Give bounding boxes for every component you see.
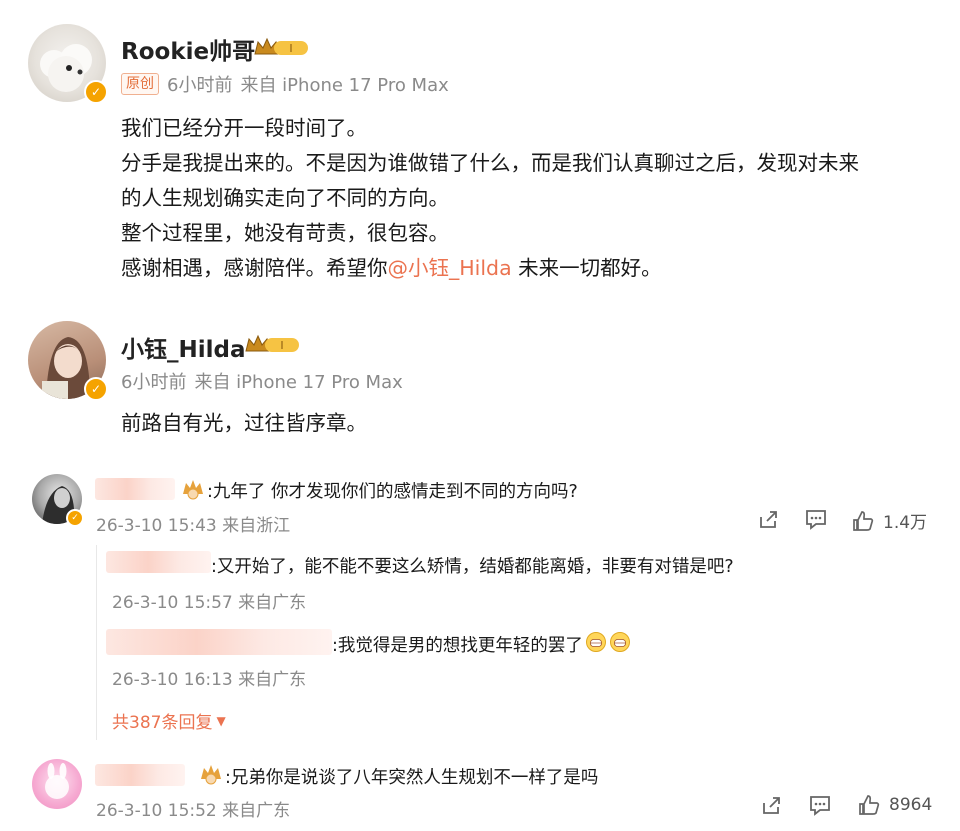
comment-text: :兄弟你是说谈了八年突然人生规划不一样了是吗	[225, 768, 599, 788]
commenter-avatar-image	[45, 763, 69, 799]
share-button[interactable]	[760, 794, 782, 816]
vip-crown-badge-icon[interactable]: I	[243, 331, 301, 361]
thumbs-up-icon	[853, 510, 874, 531]
share-icon	[760, 511, 777, 528]
like-button[interactable]: 8964	[857, 794, 932, 816]
verified-badge-icon: ✓	[84, 80, 108, 104]
blurred-username[interactable]	[106, 629, 332, 655]
original-tag: 原创	[121, 73, 159, 95]
comment-time: 26-3-10 15:43 来自浙江	[96, 516, 291, 536]
post-line-text: 感谢相遇，感谢陪伴。希望你	[121, 256, 388, 280]
fan-badge-icon	[198, 761, 224, 791]
svg-text:I: I	[289, 42, 292, 55]
comment-text: :九年了 你才发现你们的感情走到不同的方向吗?	[207, 482, 578, 502]
post-line: 我们已经分开一段时间了。	[121, 116, 367, 140]
post-body: 我们已经分开一段时间了。 分手是我提出来的。不是因为谁做错了什么，而是我们认真聊…	[121, 111, 859, 286]
post-line: 的人生规划确实走向了不同的方向。	[121, 186, 449, 210]
reply-text: :又开始了，能不能不要这么矫情，结婚都能离婚，非要有对错是吧?	[211, 557, 734, 577]
reply-button[interactable]	[808, 794, 832, 816]
post-line: 整个过程里，她没有苛责，很包容。	[121, 221, 449, 245]
caret-down-icon: ▼	[216, 713, 226, 728]
grin-emoji-icon	[585, 631, 607, 657]
svg-text:I: I	[280, 339, 283, 352]
post-author-name[interactable]: Rookie帅哥	[121, 32, 255, 66]
reply-divider	[96, 545, 97, 740]
reply-time: 26-3-10 15:57 来自广东	[112, 593, 307, 613]
comment-icon	[806, 510, 826, 530]
commenter-avatar[interactable]	[32, 759, 82, 809]
reply-time: 26-3-10 16:13 来自广东	[112, 670, 307, 690]
share-icon	[763, 797, 780, 814]
more-replies-label: 共387条回复	[112, 713, 213, 733]
fan-badge-icon	[180, 476, 206, 506]
grin-emoji-icon	[609, 631, 631, 657]
post-source: 来自 iPhone 17 Pro Max	[240, 75, 449, 96]
blurred-username[interactable]	[106, 551, 211, 573]
post-line-text: 未来一切都好。	[511, 256, 662, 280]
post-line: 分手是我提出来的。不是因为谁做错了什么，而是我们认真聊过之后，发现对未来	[121, 151, 859, 175]
more-replies-link[interactable]: 共387条回复 ▼	[112, 708, 226, 733]
reply-button[interactable]	[804, 508, 828, 530]
thumbs-up-icon	[859, 795, 880, 815]
share-button[interactable]	[757, 508, 779, 530]
post-source: 来自 iPhone 17 Pro Max	[194, 372, 403, 393]
verified-badge-icon: ✓	[84, 377, 108, 401]
blurred-username[interactable]	[95, 764, 185, 786]
post-author-name[interactable]: 小钰_Hilda	[121, 330, 246, 364]
post-body: 前路自有光，过往皆序章。	[121, 411, 367, 435]
post-line-last: 感谢相遇，感谢陪伴。希望你@小钰_Hilda 未来一切都好。	[121, 251, 859, 286]
comment-time: 26-3-10 15:52 来自广东	[96, 801, 291, 821]
post-time[interactable]: 6小时前	[121, 368, 186, 394]
like-button[interactable]: 1.4万	[851, 508, 927, 533]
like-count: 8964	[889, 795, 933, 815]
mention-link[interactable]: @小钰_Hilda	[388, 256, 512, 280]
like-count: 1.4万	[883, 513, 928, 533]
blurred-username[interactable]	[95, 478, 175, 500]
verified-badge-icon: ✓	[66, 509, 84, 527]
vip-crown-badge-icon[interactable]: I	[252, 34, 310, 64]
comment-icon	[810, 796, 830, 816]
reply-text: :我觉得是男的想找更年轻的罢了	[332, 635, 583, 656]
post-time[interactable]: 6小时前	[167, 71, 232, 97]
